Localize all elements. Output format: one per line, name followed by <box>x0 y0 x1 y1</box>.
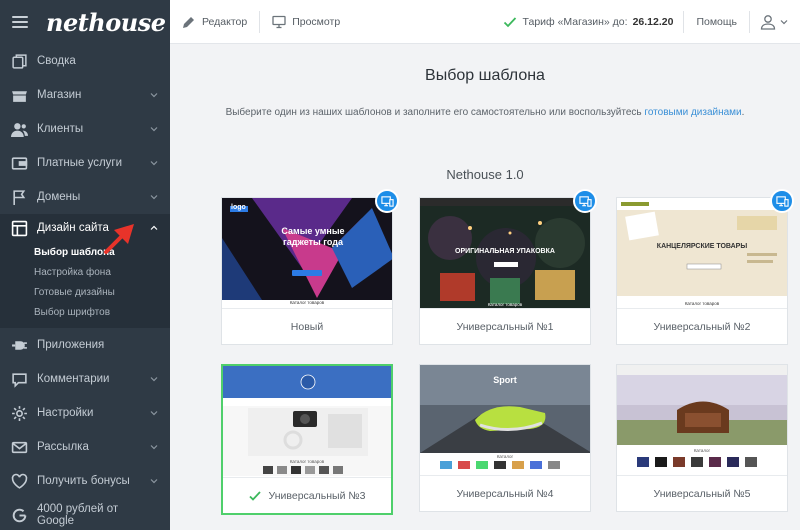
sidebar-item-bonuses[interactable]: Получить бонусы <box>0 464 170 498</box>
template-caption: Универсальный №4 <box>420 475 590 511</box>
template-card-universal-1[interactable]: ОРИГИНАЛЬНАЯ УПАКОВКА Каталог товаров Ун… <box>419 197 591 345</box>
user-icon <box>760 14 776 30</box>
mail-icon <box>11 439 28 456</box>
sidebar: nethouse Сводка Магазин Клиенты Платные … <box>0 0 170 530</box>
template-thumbnail: ОРИГИНАЛЬНАЯ УПАКОВКА Каталог товаров <box>420 198 590 308</box>
template-card-universal-3[interactable]: Каталог товаров Универсальный №3 <box>221 364 393 515</box>
monitor-icon <box>272 15 286 28</box>
section-title: Nethouse 1.0 <box>446 167 524 182</box>
help-link[interactable]: Помощь <box>684 0 749 44</box>
check-icon <box>248 490 261 501</box>
chevron-down-icon <box>150 411 158 416</box>
chevron-down-icon <box>150 377 158 382</box>
chat-icon <box>11 371 28 388</box>
template-card-new[interactable]: logo Самые умные гаджеты года Каталог то… <box>221 197 393 345</box>
page-description: Выберите один из наших шаблонов и заполн… <box>225 107 745 118</box>
thumb-catalog: Каталог <box>693 448 711 453</box>
sidebar-item-clients[interactable]: Клиенты <box>0 112 170 146</box>
template-card-universal-2[interactable]: КАНЦЕЛЯРСКИЕ ТОВАРЫ Каталог товаров Унив… <box>616 197 788 345</box>
plug-icon <box>11 337 28 354</box>
sidebar-item-paid-services[interactable]: Платные услуги <box>0 146 170 180</box>
template-caption: Универсальный №3 <box>223 477 391 513</box>
ready-designs-link[interactable]: готовыми дизайнами <box>644 107 741 118</box>
topbar: Редактор Просмотр Тариф «Магазин» до: 26… <box>170 0 800 44</box>
design-subnav: Выбор шаблона Настройка фона Готовые диз… <box>0 242 170 328</box>
thumb-logo: logo <box>231 204 246 211</box>
store-icon <box>11 87 28 104</box>
heart-icon <box>11 473 28 490</box>
template-thumbnail: Sport Каталог <box>420 365 590 475</box>
thumb-catalog: Каталог товаров <box>289 300 325 305</box>
chevron-down-icon <box>150 479 158 484</box>
preview-device-icon[interactable] <box>375 189 399 213</box>
tariff-status[interactable]: Тариф «Магазин» до: 26.12.20 <box>503 15 684 29</box>
template-caption: Универсальный №2 <box>617 308 787 344</box>
thumb-headline: КАНЦЕЛЯРСКИЕ ТОВАРЫ <box>656 243 748 250</box>
sidebar-item-store[interactable]: Магазин <box>0 78 170 112</box>
users-icon <box>11 121 28 138</box>
flag-icon <box>11 189 28 206</box>
thumb-headline: Самые умные гаджеты года <box>281 226 345 247</box>
check-icon <box>503 16 516 27</box>
google-icon <box>11 507 28 524</box>
template-thumbnail: КАНЦЕЛЯРСКИЕ ТОВАРЫ Каталог товаров <box>617 198 787 308</box>
thumb-catalog: Каталог товаров <box>289 459 325 464</box>
user-menu[interactable] <box>750 0 800 44</box>
menu-icon[interactable] <box>12 16 28 28</box>
chevron-down-icon <box>150 195 158 200</box>
chevron-down-icon <box>780 19 788 24</box>
chevron-down-icon <box>150 445 158 450</box>
preview-device-icon[interactable] <box>770 189 794 213</box>
page-title: Выбор шаблона <box>425 67 545 84</box>
main-content: Выбор шаблона Выберите один из наших шаб… <box>170 45 800 530</box>
nethouse-logo[interactable]: nethouse <box>46 8 166 37</box>
subnav-font-select[interactable]: Выбор шрифтов <box>0 302 170 322</box>
chevron-down-icon <box>150 161 158 166</box>
sidebar-item-apps[interactable]: Приложения <box>0 328 170 362</box>
template-card-universal-5[interactable]: Каталог Универсальный №5 <box>616 364 788 512</box>
chevron-down-icon <box>150 93 158 98</box>
sidebar-item-domains[interactable]: Домены <box>0 180 170 214</box>
thumb-headline: Sport <box>493 375 517 385</box>
template-caption: Универсальный №1 <box>420 308 590 344</box>
subnav-template-select[interactable]: Выбор шаблона <box>0 242 170 262</box>
annotation-arrow-icon <box>104 224 134 254</box>
editor-button[interactable]: Редактор <box>170 0 259 44</box>
chevron-down-icon <box>150 127 158 132</box>
subnav-background-settings[interactable]: Настройка фона <box>0 262 170 282</box>
thumb-catalog: Каталог товаров <box>684 301 720 306</box>
preview-device-icon[interactable] <box>573 189 597 213</box>
chevron-up-icon <box>150 225 158 230</box>
wallet-icon <box>11 155 28 172</box>
layout-icon <box>11 220 28 237</box>
sidebar-header: nethouse <box>0 0 170 44</box>
sidebar-item-comments[interactable]: Комментарии <box>0 362 170 396</box>
thumb-catalog: Каталог <box>496 454 514 459</box>
sidebar-item-mailing[interactable]: Рассылка <box>0 430 170 464</box>
template-thumbnail: Каталог товаров <box>223 366 391 476</box>
subnav-ready-designs[interactable]: Готовые дизайны <box>0 282 170 302</box>
template-caption: Новый <box>222 308 392 344</box>
template-card-universal-4[interactable]: Sport Каталог Универсальный №4 <box>419 364 591 512</box>
preview-button[interactable]: Просмотр <box>260 0 352 44</box>
template-caption: Универсальный №5 <box>617 475 787 511</box>
template-thumbnail: logo Самые умные гаджеты года Каталог то… <box>222 198 392 308</box>
pencil-icon <box>183 16 194 28</box>
thumb-catalog: Каталог товаров <box>487 302 523 307</box>
copy-icon <box>11 53 28 70</box>
template-thumbnail: Каталог <box>617 365 787 475</box>
sidebar-item-summary[interactable]: Сводка <box>0 44 170 78</box>
thumb-headline: ОРИГИНАЛЬНАЯ УПАКОВКА <box>455 248 555 255</box>
sidebar-item-google[interactable]: 4000 рублей от Google <box>0 498 170 530</box>
sidebar-item-settings[interactable]: Настройки <box>0 396 170 430</box>
sidebar-item-site-design[interactable]: Дизайн сайта <box>0 214 170 242</box>
gear-icon <box>11 405 28 422</box>
